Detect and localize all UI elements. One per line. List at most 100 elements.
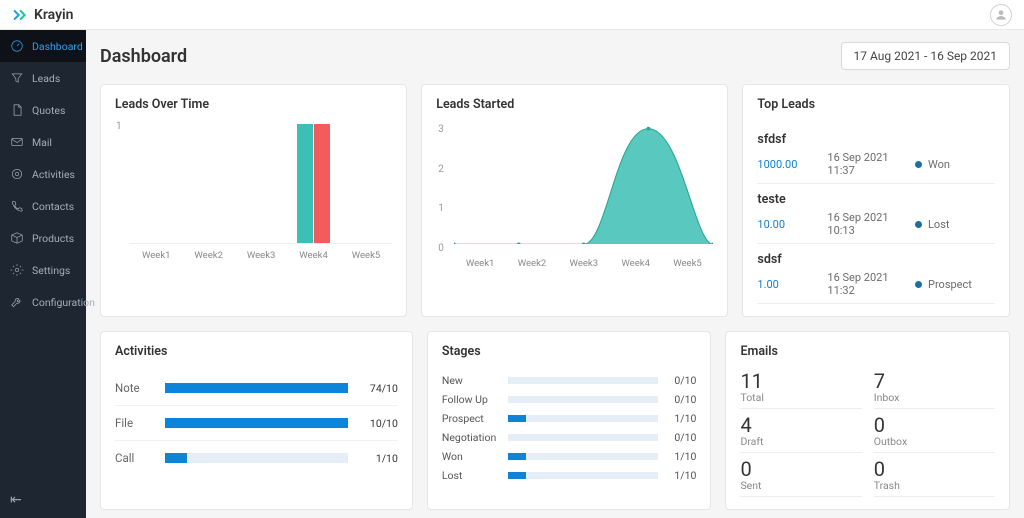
- filter-icon: [10, 71, 24, 85]
- sidebar-item-mail[interactable]: Mail: [0, 126, 86, 158]
- email-count: 0: [740, 459, 861, 479]
- y-tick: 3: [438, 124, 444, 135]
- activity-label: Call: [115, 451, 155, 465]
- dashboard-icon: [10, 39, 24, 53]
- brand-name: Krayin: [34, 7, 74, 23]
- sidebar-item-settings[interactable]: Settings: [0, 254, 86, 286]
- email-label: Total: [740, 391, 861, 404]
- sidebar-item-leads[interactable]: Leads: [0, 62, 86, 94]
- email-metric-sent[interactable]: 0Sent: [740, 459, 861, 497]
- card-title: Leads Over Time: [115, 97, 392, 112]
- lead-name: sfdsf: [757, 132, 995, 147]
- stage-label: Lost: [442, 469, 500, 482]
- target-icon: [10, 167, 24, 181]
- sidebar-item-label: Activities: [32, 168, 75, 181]
- stages-card: Stages New0/10Follow Up0/10Prospect1/10N…: [427, 331, 712, 510]
- stage-label: New: [442, 374, 500, 387]
- activity-value: 1/10: [358, 452, 398, 465]
- x-label: Week5: [340, 244, 392, 261]
- x-label: Week2: [506, 254, 558, 269]
- lead-date: 16 Sep 2021 10:13: [827, 211, 915, 237]
- stage-bar: [508, 377, 659, 384]
- sidebar-item-label: Leads: [32, 72, 60, 85]
- gear-icon: [10, 263, 24, 277]
- sidebar-item-configuration[interactable]: Configuration: [0, 286, 86, 318]
- stage-row: Negotiation 0/10: [442, 428, 697, 447]
- stage-label: Won: [442, 450, 500, 463]
- sidebar-item-quotes[interactable]: Quotes: [0, 94, 86, 126]
- stage-row: Lost 1/10: [442, 466, 697, 485]
- y-tick: 2: [438, 164, 444, 175]
- top-leads-card: Top Leads sfdsf1000.0016 Sep 2021 11:37W…: [742, 84, 1010, 317]
- document-icon: [10, 103, 24, 117]
- activity-row: Call 1/10: [115, 441, 398, 475]
- lead-status: Won: [915, 158, 995, 171]
- sidebar-item-label: Dashboard: [32, 40, 83, 53]
- sidebar-item-label: Contacts: [32, 200, 74, 213]
- stage-row: New 0/10: [442, 371, 697, 390]
- email-metric-draft[interactable]: 4Draft: [740, 415, 861, 453]
- stage-value: 1/10: [666, 450, 696, 463]
- activity-row: File10/10: [115, 406, 398, 441]
- sidebar-item-activities[interactable]: Activities: [0, 158, 86, 190]
- sidebar-item-dashboard[interactable]: Dashboard: [0, 30, 86, 62]
- x-label: Week4: [610, 254, 662, 269]
- x-label: Week3: [235, 244, 287, 261]
- x-label: Week1: [130, 244, 182, 261]
- status-dot-icon: [915, 161, 922, 168]
- card-title: Leads Started: [436, 97, 713, 112]
- stage-label: Negotiation: [442, 431, 500, 444]
- stage-value: 1/10: [666, 469, 696, 482]
- activity-bar: [165, 418, 348, 428]
- lead-amount: 10.00: [757, 218, 827, 231]
- top-lead-row[interactable]: teste 10.0016 Sep 2021 10:13Lost: [757, 184, 995, 244]
- x-label: Week1: [454, 254, 506, 269]
- date-range-picker[interactable]: 17 Aug 2021 - 16 Sep 2021: [841, 42, 1010, 70]
- email-metric-total[interactable]: 11Total: [740, 371, 861, 409]
- page-header: Dashboard 17 Aug 2021 - 16 Sep 2021: [100, 42, 1010, 70]
- email-metric-inbox[interactable]: 7Inbox: [874, 371, 995, 409]
- stage-value: 0/10: [666, 374, 696, 387]
- top-lead-row[interactable]: sfdsf1000.0016 Sep 2021 11:37Won: [757, 124, 995, 184]
- sidebar-item-products[interactable]: Products: [0, 222, 86, 254]
- stage-bar: [508, 453, 659, 460]
- stage-bar: [508, 396, 659, 403]
- lead-name: teste: [757, 192, 995, 207]
- sidebar-collapse-button[interactable]: ⇤: [10, 492, 22, 508]
- activities-card: Activities Note74/10File10/10Call1/10: [100, 331, 413, 510]
- email-metric-trash[interactable]: 0Trash: [874, 459, 995, 497]
- stage-bar: [508, 415, 659, 422]
- stage-bar: [508, 434, 659, 441]
- stage-value: 0/10: [666, 393, 696, 406]
- emails-card: Emails 11Total7Inbox4Draft0Outbox0Sent0T…: [725, 331, 1010, 510]
- y-tick: 1: [438, 203, 444, 214]
- mail-icon: [10, 135, 24, 149]
- card-title: Top Leads: [757, 97, 995, 112]
- bar-series-a-week4: [297, 124, 313, 243]
- bar-series-b-week4: [314, 124, 330, 243]
- email-label: Outbox: [874, 435, 995, 448]
- content-area: Dashboard 17 Aug 2021 - 16 Sep 2021 Lead…: [86, 30, 1024, 518]
- lead-status: Lost: [915, 218, 995, 231]
- sidebar-item-label: Settings: [32, 264, 70, 277]
- sidebar-item-contacts[interactable]: Contacts: [0, 190, 86, 222]
- email-metric-outbox[interactable]: 0Outbox: [874, 415, 995, 453]
- x-label: Week4: [287, 244, 339, 261]
- x-label: Week5: [662, 254, 714, 269]
- lead-amount: 1000.00: [757, 158, 827, 171]
- stage-row: Follow Up 0/10: [442, 390, 697, 409]
- lead-date: 16 Sep 2021 11:32: [827, 271, 915, 297]
- stage-label: Follow Up: [442, 393, 500, 406]
- top-lead-row[interactable]: sdsf1.0016 Sep 2021 11:32Prospect: [757, 244, 995, 304]
- stage-value: 1/10: [666, 412, 696, 425]
- leads-started-chart: 3210: [454, 124, 713, 254]
- email-count: 7: [874, 371, 995, 391]
- sidebar-item-label: Quotes: [32, 104, 65, 117]
- activity-row: Note74/10: [115, 371, 398, 406]
- sidebar: Dashboard Leads Quotes Mail Activities Contac…: [0, 30, 86, 518]
- leads-over-time-chart: 1: [130, 124, 392, 244]
- lead-status: Prospect: [915, 278, 995, 291]
- stage-value: 0/10: [666, 431, 696, 444]
- user-avatar-button[interactable]: [990, 4, 1012, 26]
- stage-label: Prospect: [442, 412, 500, 425]
